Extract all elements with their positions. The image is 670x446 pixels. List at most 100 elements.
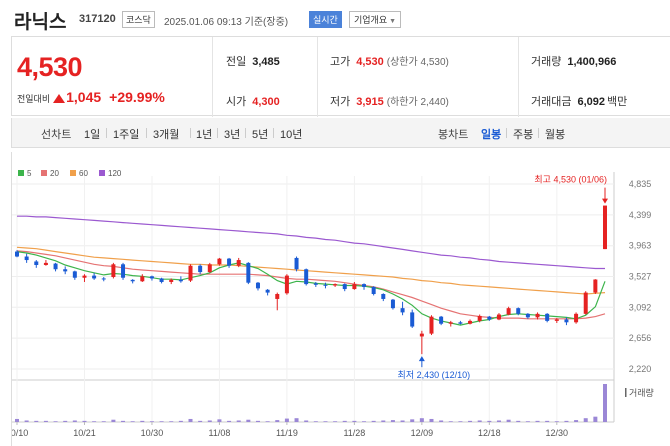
candle-body (506, 308, 511, 315)
volume-bar (603, 384, 607, 422)
volume-bar (188, 418, 193, 422)
separator (273, 128, 274, 138)
y-tick-label: 3,963 (629, 241, 652, 251)
candle-body (410, 312, 415, 327)
volume-bar (227, 420, 232, 422)
candle-body (381, 294, 386, 299)
volume-bar (439, 420, 444, 422)
candle-body (390, 299, 395, 309)
candle-monthly[interactable]: 월봉 (545, 126, 565, 142)
x-tick-label: 10/21 (73, 428, 96, 438)
legend-label: 120 (108, 169, 122, 178)
candle-body (101, 278, 106, 280)
candle-body (275, 294, 280, 299)
volume-bar (140, 420, 145, 422)
period-1y[interactable]: 1년 (196, 126, 212, 142)
candle-body (439, 316, 444, 324)
volume-bar (333, 421, 338, 422)
candle-weekly[interactable]: 주봉 (513, 126, 533, 142)
volume-bar (593, 416, 598, 422)
volume-label: 거래량 (531, 56, 562, 68)
separator (506, 128, 507, 138)
y-tick-label: 4,835 (629, 179, 652, 189)
high-label: 고가 (330, 56, 351, 68)
volume-bar (82, 420, 87, 422)
period-1w[interactable]: 1주일 (113, 126, 139, 142)
candle-body (111, 264, 116, 278)
separator (245, 128, 246, 138)
x-tick-label: 12/18 (478, 428, 501, 438)
x-tick-label: 10/10 (12, 428, 28, 438)
volume-bar (255, 420, 260, 422)
low-cell: 저가 3,915 (하한가 2,440) (330, 93, 449, 109)
prev-close-cell: 전일 3,485 (226, 53, 280, 69)
volume-bar (24, 420, 29, 422)
price-summary: 4,530 전일대비 1,045 +29.99% 전일 3,485 고가 4,530 (상… (11, 36, 670, 117)
candlestick-chart[interactable]: 4,835 4,399 3,963 3,527 3,092 2,656 2,220 10/10… (11, 152, 670, 446)
volume-bar (371, 420, 376, 422)
stock-header: 라닉스 317120 코스닥 2025.01.06 09:13 기준(장중) 실… (0, 0, 670, 36)
volume-bar (92, 421, 97, 422)
high-cell: 고가 4,530 (상한가 4,530) (330, 53, 449, 69)
candle-body (207, 264, 212, 273)
candle-body (313, 283, 318, 285)
candle-body (603, 205, 607, 250)
chart-toolbar: 선차트 1일 1주일 3개월 1년 3년 5년 10년 봉차트 일봉 주봉 월봉 (11, 118, 670, 148)
x-tick-label: 11/19 (276, 428, 298, 438)
volume-bar (159, 421, 164, 422)
candle-body (169, 279, 174, 282)
candle-body (24, 256, 29, 261)
volume-bar (583, 418, 588, 422)
candle-body (516, 308, 521, 314)
separator (106, 128, 107, 138)
volume-bar (342, 420, 347, 422)
volume-bar (458, 421, 463, 422)
volume-bar (362, 421, 367, 422)
y-tick-label: 2,220 (629, 364, 652, 374)
volume-bar (43, 420, 48, 422)
separator (146, 128, 147, 138)
volume-bar (130, 421, 135, 422)
volume-bar (323, 421, 328, 422)
volume-bar (178, 420, 183, 422)
divider (518, 37, 519, 117)
legend-label: 5 (27, 169, 32, 178)
period-10y[interactable]: 10년 (280, 126, 302, 142)
period-1d[interactable]: 1일 (84, 126, 100, 142)
volume-bar (390, 420, 395, 422)
volume-bar (169, 421, 174, 422)
realtime-button[interactable]: 실시간 (309, 11, 342, 28)
candle-daily[interactable]: 일봉 (481, 126, 501, 142)
legend-swatch (99, 170, 105, 176)
period-3m[interactable]: 3개월 (153, 126, 179, 142)
candle-body (149, 276, 154, 279)
low-label: 저가 (330, 96, 351, 108)
candle-body (593, 279, 598, 293)
volume-bar (448, 421, 453, 422)
lower-limit: (하한가 2,440) (387, 97, 449, 108)
volume-bar (198, 420, 203, 422)
candle-body (217, 258, 222, 265)
divider (212, 37, 213, 117)
volume-bar (525, 421, 530, 422)
period-3y[interactable]: 3년 (224, 126, 240, 142)
volume-bar (574, 420, 579, 422)
volume-bar (284, 418, 289, 422)
volume-bar (217, 419, 222, 422)
candle-body (429, 316, 434, 334)
volume-bar (53, 421, 58, 422)
candle-body (448, 322, 453, 324)
candle-body (43, 262, 48, 266)
period-5y[interactable]: 5년 (252, 126, 268, 142)
legend-swatch (41, 170, 47, 176)
volume-bar (121, 420, 126, 422)
candle-body (121, 264, 126, 278)
candle-body (352, 284, 357, 290)
candle-body (130, 279, 135, 282)
x-tick-label: 12/09 (411, 428, 434, 438)
y-tick-label: 2,656 (629, 333, 652, 343)
volume-bar (15, 418, 19, 422)
company-overview-dropdown[interactable]: 기업개요 ▼ (349, 11, 402, 28)
separator (217, 128, 218, 138)
chevron-down-icon: ▼ (389, 18, 397, 25)
